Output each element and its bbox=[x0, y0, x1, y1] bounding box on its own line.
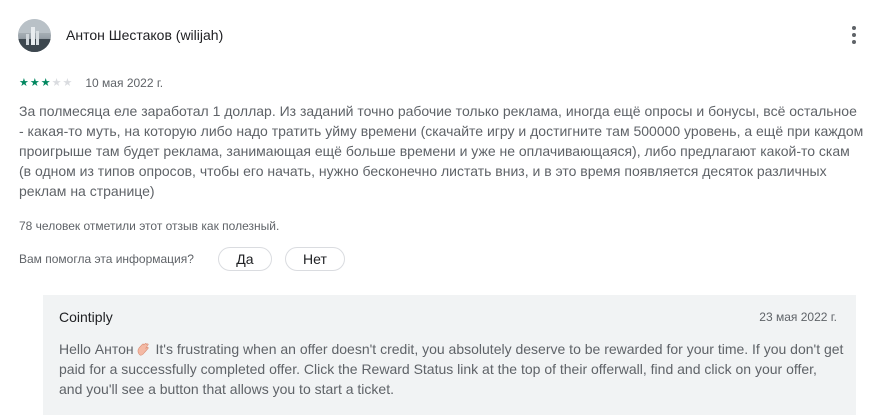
more-options-button[interactable] bbox=[844, 22, 864, 48]
review-author: Антон Шестаков (wilijah) bbox=[66, 27, 224, 43]
more-vert-icon bbox=[852, 26, 856, 30]
rating-row: ★ ★ ★ ★ ★ 10 мая 2022 г. bbox=[19, 76, 163, 90]
star-empty-icon: ★ bbox=[51, 76, 62, 89]
review-date: 10 мая 2022 г. bbox=[85, 76, 164, 90]
star-empty-icon: ★ bbox=[62, 76, 73, 89]
review-card: Антон Шестаков (wilijah) ★ ★ ★ ★ ★ 10 мая 20… bbox=[0, 0, 878, 420]
star-filled-icon: ★ bbox=[29, 76, 40, 89]
star-filled-icon: ★ bbox=[40, 76, 51, 89]
avatar bbox=[18, 18, 51, 52]
avatar-photo-icon bbox=[18, 18, 51, 52]
helpful-count: 78 человек отметили этот отзыв как полез… bbox=[19, 219, 280, 233]
developer-reply: Cointiply 23 мая 2022 г. Hello Антон It'… bbox=[43, 295, 856, 415]
star-filled-icon: ★ bbox=[19, 76, 29, 89]
reply-author: Cointiply bbox=[59, 309, 113, 325]
waving-hand-icon bbox=[137, 343, 149, 356]
reply-greeting: Hello Антон bbox=[59, 341, 134, 357]
review-text: За полмесяца еле заработал 1 доллар. Из … bbox=[19, 103, 864, 199]
reply-text: Hello Антон It's frustrating when an off… bbox=[59, 339, 844, 399]
star-rating: ★ ★ ★ ★ ★ bbox=[19, 76, 73, 89]
reply-body: It's frustrating when an offer doesn't c… bbox=[59, 341, 844, 397]
reply-date: 23 мая 2022 г. bbox=[759, 310, 837, 324]
helpful-no-button[interactable]: Нет bbox=[284, 247, 345, 271]
helpful-yes-button[interactable]: Да bbox=[217, 247, 272, 271]
helpful-row: Вам помогла эта информация? Да Нет bbox=[19, 246, 345, 272]
helpful-question: Вам помогла эта информация? bbox=[19, 252, 194, 266]
review-header: Антон Шестаков (wilijah) bbox=[18, 18, 223, 52]
